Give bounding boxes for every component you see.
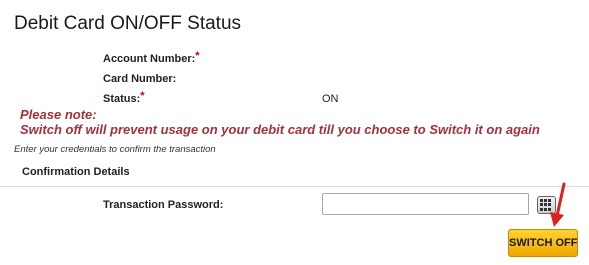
status-label: Status:* <box>103 90 145 105</box>
transaction-password-label: Transaction Password: <box>103 199 224 211</box>
card-number-label: Card Number: <box>103 73 176 85</box>
red-arrow-icon <box>550 182 566 227</box>
note-text: Switch off will prevent usage on your de… <box>20 122 540 137</box>
account-number-label: Account Number:* <box>103 50 200 65</box>
status-label-text: Status: <box>103 93 141 105</box>
required-marker: * <box>195 50 200 62</box>
status-value: ON <box>322 93 339 105</box>
required-marker: * <box>140 90 145 102</box>
transaction-password-input[interactable] <box>322 193 529 215</box>
note-box: Please note: Switch off will prevent usa… <box>20 107 540 137</box>
card-number-label-text: Card Number: <box>103 73 177 85</box>
note-heading: Please note: <box>20 107 97 122</box>
confirmation-section-title: Confirmation Details <box>22 166 130 178</box>
divider <box>0 186 589 187</box>
switch-off-button[interactable]: SWITCH OFF <box>508 229 578 257</box>
credentials-hint: Enter your credentials to confirm the tr… <box>14 144 216 155</box>
account-number-label-text: Account Number: <box>103 53 196 65</box>
page-title: Debit Card ON/OFF Status <box>14 13 242 34</box>
